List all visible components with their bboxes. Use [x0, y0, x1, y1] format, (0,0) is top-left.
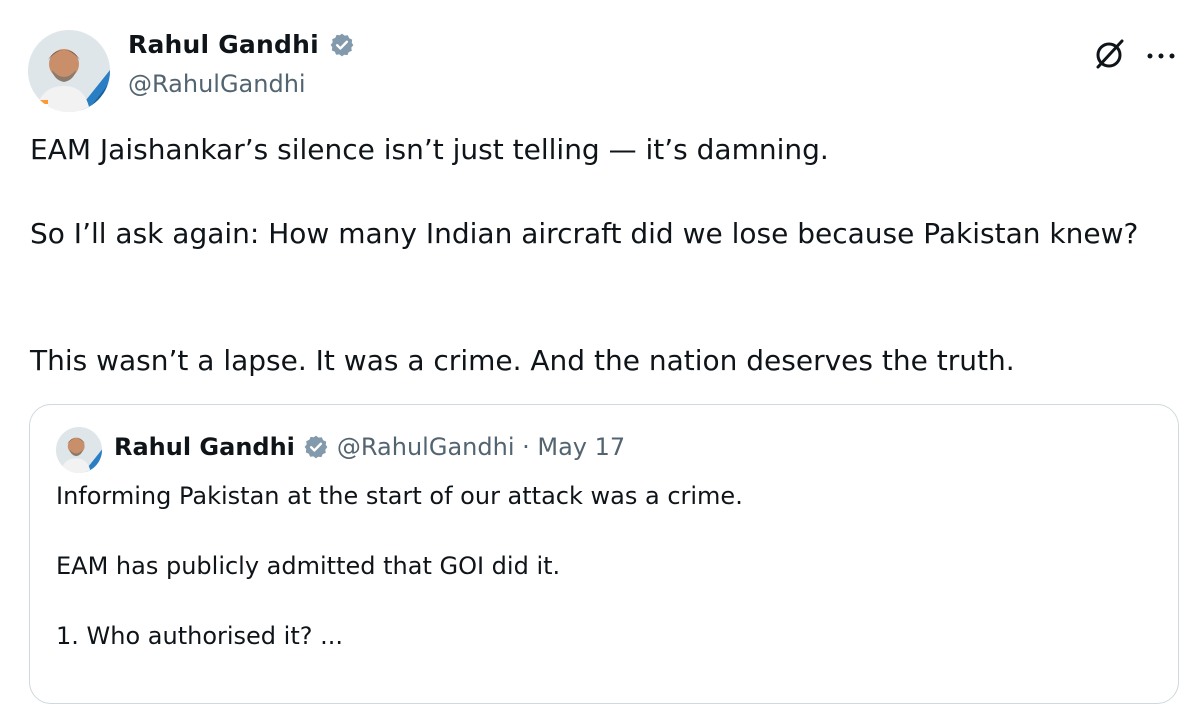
author-handle[interactable]: @RahulGandhi — [128, 70, 306, 98]
quoted-tweet-line-3: 1. Who authorised it? ... — [56, 622, 344, 650]
quoted-tweet-card[interactable]: Rahul Gandhi @RahulGandhi · May 17 Infor… — [29, 404, 1179, 704]
quoted-tweet-line-1: Informing Pakistan at the start of our a… — [56, 482, 743, 510]
quoted-tweet-line-2: EAM has publicly admitted that GOI did i… — [56, 552, 561, 580]
grok-icon[interactable] — [1092, 36, 1128, 72]
verified-badge-icon[interactable] — [329, 32, 355, 58]
quoted-tweet-header: Rahul Gandhi @RahulGandhi · May 17 — [114, 433, 625, 461]
quoted-avatar-image — [56, 427, 102, 473]
verified-badge-icon[interactable] — [303, 434, 329, 460]
author-avatar[interactable] — [28, 30, 110, 112]
quoted-author-avatar[interactable] — [56, 427, 102, 473]
tweet-paragraph-2: So I’ll ask again: How many Indian aircr… — [30, 217, 1139, 250]
tweet-paragraph-1: EAM Jaishankar’s silence isn’t just tell… — [30, 133, 829, 166]
quoted-tweet-meta[interactable]: @RahulGandhi · May 17 — [337, 433, 625, 461]
author-name-row: Rahul Gandhi — [128, 30, 355, 59]
more-options-icon[interactable] — [1146, 46, 1176, 59]
tweet-paragraph-3: This wasn’t a lapse. It was a crime. And… — [30, 344, 1015, 377]
author-name[interactable]: Rahul Gandhi — [128, 30, 319, 59]
avatar-image — [28, 30, 110, 112]
quoted-author-name[interactable]: Rahul Gandhi — [114, 433, 295, 461]
